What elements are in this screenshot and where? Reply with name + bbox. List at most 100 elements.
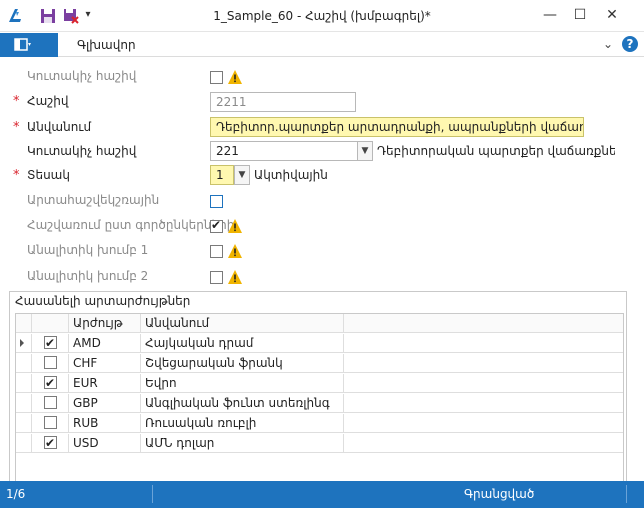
table-row[interactable]: ✔ USD ԱՄՆ դոլար [16,434,623,453]
table-row[interactable]: ✔ AMD Հայկական դրամ [16,334,623,353]
row-checkbox[interactable]: ✔ [44,336,57,350]
help-icon[interactable]: ? [622,36,638,52]
row-filler [344,354,623,373]
currency-name: Անգլիական ֆունտ ստեռլինգ [141,394,344,413]
grid-header-code[interactable]: Արժույթ [69,314,141,333]
row-indicator-cell [16,354,32,373]
parent-account-description: Դեբիտորական պարտքեր վաճառքների գծ [377,144,615,158]
form-area: Կուտակիչ հաշիվ * Հաշիվ 2211 * Անվանում Դ… [0,58,644,508]
analytic-group-2-checkbox[interactable] [210,271,223,284]
grid-header-indicator [16,314,32,333]
accumulating-checkbox[interactable] [210,71,223,84]
row-checkbox[interactable] [44,356,57,369]
row-filler [344,334,623,353]
maximize-button[interactable]: ☐ [568,4,592,26]
field-label-parent-account: Կուտակիչ հաշիվ [27,144,137,158]
currency-code: RUB [69,414,141,433]
row-filler [344,374,623,393]
warning-icon [228,244,242,258]
currency-code: GBP [69,394,141,413]
check-icon: ✔ [45,376,56,390]
parent-account-dropdown-button[interactable]: ▼ [357,141,373,161]
row-checkbox[interactable] [44,396,57,409]
tab-main[interactable]: Գլխավոր [77,38,136,52]
field-label-partner-accounting: Հաշվառում ըստ գործընկերների [27,218,235,232]
type-description: Ակտիվային [254,168,328,182]
currency-code: USD [69,434,141,453]
table-row[interactable]: RUB Ռուսական ռուբլի [16,414,623,433]
ribbon: Գլխավոր ⌄ ? [0,33,644,57]
file-menu-button[interactable] [0,33,58,57]
grid-header-check [32,314,69,333]
grid-header-row: Արժույթ Անվանում [16,314,623,333]
table-row[interactable]: ✔ EUR Եվրո [16,374,623,393]
account-input[interactable]: 2211 [210,92,356,112]
record-state: Գրանցված [464,487,535,501]
row-check-cell [32,354,69,373]
row-filler [344,394,623,413]
currency-name: Շվեցարական ֆրանկ [141,354,344,373]
check-icon: ✔ [45,436,56,450]
currency-name: ԱՄՆ դոլար [141,434,344,453]
table-row[interactable]: CHF Շվեցարական ֆրանկ [16,354,623,373]
currency-name: Ռուսական ռուբլի [141,414,344,433]
row-checkbox[interactable]: ✔ [44,376,57,390]
required-marker: * [13,94,20,109]
record-position: 1/6 [6,487,26,501]
required-marker: * [13,120,20,135]
currency-code: CHF [69,354,141,373]
row-indicator-cell [16,334,32,353]
currency-name: Եվրո [141,374,344,393]
row-indicator-cell [16,394,32,413]
warning-icon [228,219,242,233]
check-icon: ✔ [211,218,222,232]
type-dropdown-button[interactable]: ▼ [234,165,250,185]
table-row[interactable]: GBP Անգլիական ֆունտ ստեռլինգ [16,394,623,413]
current-row-icon [20,339,24,347]
name-input[interactable]: Դեբիտոր.պարտքեր արտադրանքի, ապրանքների վ… [210,117,584,137]
row-filler [344,434,623,453]
row-indicator-cell [16,434,32,453]
grid-header-filler [344,314,623,333]
field-label-analytic-group-2: Անալիտիկ խումբ 2 [27,269,149,283]
warning-icon [228,270,242,284]
currency-code: AMD [69,334,141,353]
off-balance-checkbox[interactable] [210,195,223,208]
required-marker: * [13,168,20,183]
warning-icon [228,70,242,84]
title-bar: ▾ 1_Sample_60 - Հաշիվ (խմբագրել)* — ☐ ✕ [0,0,644,32]
check-icon: ✔ [45,336,56,350]
row-check-cell: ✔ [32,374,69,393]
row-check-cell: ✔ [32,334,69,353]
type-input[interactable]: 1 [210,165,234,185]
grid-header-name[interactable]: Անվանում [141,314,344,333]
row-indicator-cell [16,414,32,433]
field-label-account: Հաշիվ [27,94,69,108]
ribbon-collapse-icon[interactable]: ⌄ [603,37,613,51]
field-label-off-balance: Արտահաշվեկշռային [27,193,160,207]
field-label-analytic-group-1: Անալիտիկ խումբ 1 [27,243,149,257]
analytic-group-1-checkbox[interactable] [210,245,223,258]
row-check-cell [32,394,69,413]
status-divider [626,485,627,503]
row-checkbox[interactable] [44,416,57,429]
panel-icon [14,38,31,51]
currencies-grid: Արժույթ Անվանում ✔ AMD Հայկական դրամ CHF… [15,313,624,508]
field-label-accumulating-flag: Կուտակիչ հաշիվ [27,69,137,83]
currency-name: Հայկական դրամ [141,334,344,353]
field-label-name: Անվանում [27,120,92,134]
parent-account-input[interactable]: 221 [210,141,358,161]
row-indicator-cell [16,374,32,393]
row-filler [344,414,623,433]
partner-accounting-checkbox[interactable]: ✔ [210,218,223,233]
currencies-group-title: Հասանելի արտարժույթներ [15,294,191,308]
status-divider [152,485,153,503]
row-check-cell [32,414,69,433]
row-checkbox[interactable]: ✔ [44,436,57,450]
currency-code: EUR [69,374,141,393]
close-button[interactable]: ✕ [600,4,624,26]
minimize-button[interactable]: — [538,4,562,26]
field-label-type: Տեսակ [27,168,70,182]
row-check-cell: ✔ [32,434,69,453]
status-bar: 1/6 Գրանցված [0,481,644,508]
